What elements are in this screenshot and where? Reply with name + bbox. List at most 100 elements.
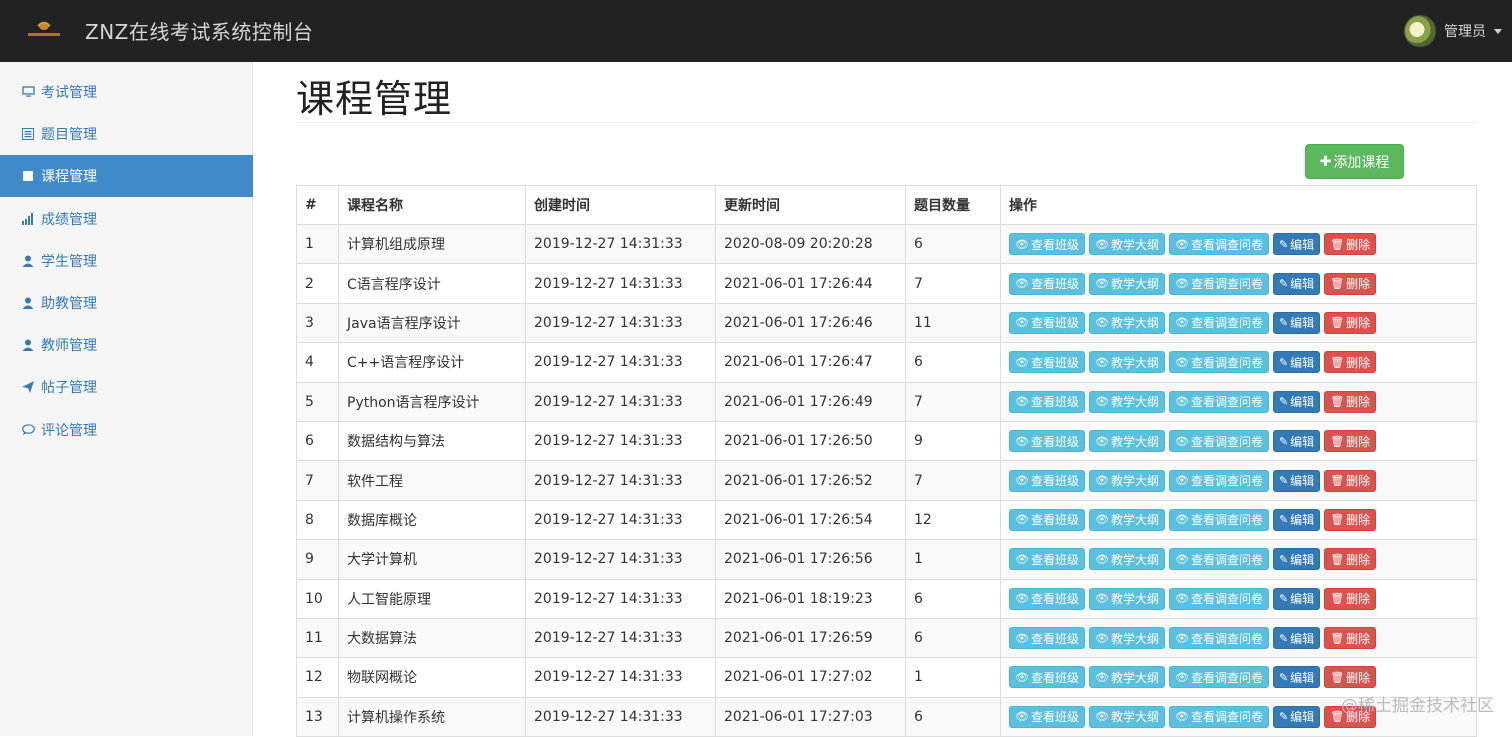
edit-icon: ✎ [1279,278,1288,289]
sidebar-item-1[interactable]: 考试管理 [0,71,253,113]
action-button-1[interactable]: 👁查看班级 [1009,470,1085,492]
cell-course-name: C语言程序设计 [339,264,526,303]
avatar[interactable] [1404,15,1436,47]
exam-system-logo[interactable] [26,18,62,40]
action-button-2[interactable]: 👁教学大纲 [1089,588,1165,610]
action-button-3[interactable]: 👁查看调查问卷 [1169,548,1269,570]
action-button-4[interactable]: ✎编辑 [1273,666,1320,688]
sidebar-item-label: 成绩管理 [41,209,97,229]
action-button-1[interactable]: 👁查看班级 [1009,627,1085,649]
action-button-2[interactable]: 👁教学大纲 [1089,666,1165,688]
action-button-1[interactable]: 👁查看班级 [1009,391,1085,413]
action-button-5[interactable]: 🗑删除 [1324,470,1376,492]
action-button-2[interactable]: 👁教学大纲 [1089,627,1165,649]
sidebar-item-5[interactable]: 学生管理 [0,240,253,282]
action-button-4[interactable]: ✎编辑 [1273,233,1320,255]
action-button-3[interactable]: 👁查看调查问卷 [1169,627,1269,649]
app-title[interactable]: ZNZ在线考试系统控制台 [85,16,313,45]
action-button-2[interactable]: 👁教学大纲 [1089,233,1165,255]
action-button-1[interactable]: 👁查看班级 [1009,548,1085,570]
action-button-3[interactable]: 👁查看调查问卷 [1169,470,1269,492]
action-button-1[interactable]: 👁查看班级 [1009,666,1085,688]
action-button-2[interactable]: 👁教学大纲 [1089,391,1165,413]
action-button-4[interactable]: ✎编辑 [1273,273,1320,295]
add-course-button[interactable]: ✚ 添加课程 [1305,144,1404,179]
action-button-4[interactable]: ✎编辑 [1273,548,1320,570]
action-button-4[interactable]: ✎编辑 [1273,588,1320,610]
action-button-5[interactable]: 🗑删除 [1324,627,1376,649]
action-button-1[interactable]: 👁查看班级 [1009,233,1085,255]
action-button-5[interactable]: 🗑删除 [1324,312,1376,334]
action-button-1[interactable]: 👁查看班级 [1009,351,1085,373]
action-button-2[interactable]: 👁教学大纲 [1089,706,1165,728]
action-label: 删除 [1346,433,1370,450]
action-button-4[interactable]: ✎编辑 [1273,312,1320,334]
sidebar-item-3[interactable]: 课程管理 [0,155,253,197]
action-button-1[interactable]: 👁查看班级 [1009,312,1085,334]
action-button-2[interactable]: 👁教学大纲 [1089,312,1165,334]
caret-down-icon[interactable] [1494,29,1502,34]
eye-icon: 👁 [1175,475,1189,486]
action-button-4[interactable]: ✎编辑 [1273,391,1320,413]
action-button-5[interactable]: 🗑删除 [1324,391,1376,413]
book-icon [21,169,35,183]
comment-icon [21,423,35,437]
user-menu[interactable]: 管理员 [1404,14,1502,48]
action-button-5[interactable]: 🗑删除 [1324,351,1376,373]
action-button-1[interactable]: 👁查看班级 [1009,430,1085,452]
sidebar-item-8[interactable]: 帖子管理 [0,366,253,408]
action-button-1[interactable]: 👁查看班级 [1009,706,1085,728]
action-label: 删除 [1346,236,1370,253]
cell-updated: 2021-06-01 18:19:23 [716,579,906,618]
edit-icon: ✎ [1279,396,1288,407]
action-button-3[interactable]: 👁查看调查问卷 [1169,312,1269,334]
action-button-3[interactable]: 👁查看调查问卷 [1169,666,1269,688]
eye-icon: 👁 [1015,711,1029,722]
action-button-4[interactable]: ✎编辑 [1273,627,1320,649]
action-button-4[interactable]: ✎编辑 [1273,430,1320,452]
action-button-5[interactable]: 🗑删除 [1324,588,1376,610]
sidebar-item-4[interactable]: 成绩管理 [0,198,253,240]
sidebar-item-6[interactable]: 助教管理 [0,282,253,324]
action-button-2[interactable]: 👁教学大纲 [1089,548,1165,570]
action-button-3[interactable]: 👁查看调查问卷 [1169,509,1269,531]
sidebar-item-7[interactable]: 教师管理 [0,324,253,366]
action-button-1[interactable]: 👁查看班级 [1009,588,1085,610]
action-button-3[interactable]: 👁查看调查问卷 [1169,273,1269,295]
action-button-5[interactable]: 🗑删除 [1324,233,1376,255]
action-button-4[interactable]: ✎编辑 [1273,509,1320,531]
action-button-3[interactable]: 👁查看调查问卷 [1169,391,1269,413]
action-button-2[interactable]: 👁教学大纲 [1089,430,1165,452]
action-button-1[interactable]: 👁查看班级 [1009,273,1085,295]
action-button-3[interactable]: 👁查看调查问卷 [1169,233,1269,255]
action-button-5[interactable]: 🗑删除 [1324,430,1376,452]
sidebar-item-9[interactable]: 评论管理 [0,409,253,451]
action-label: 查看班级 [1031,314,1079,331]
sidebar-item-2[interactable]: 题目管理 [0,113,253,155]
cell-question-count: 7 [906,461,1001,500]
action-button-5[interactable]: 🗑删除 [1324,666,1376,688]
action-button-4[interactable]: ✎编辑 [1273,351,1320,373]
action-button-5[interactable]: 🗑删除 [1324,509,1376,531]
action-button-3[interactable]: 👁查看调查问卷 [1169,430,1269,452]
action-button-1[interactable]: 👁查看班级 [1009,509,1085,531]
action-label: 编辑 [1290,472,1314,489]
action-button-2[interactable]: 👁教学大纲 [1089,470,1165,492]
action-button-4[interactable]: ✎编辑 [1273,470,1320,492]
action-button-2[interactable]: 👁教学大纲 [1089,509,1165,531]
action-button-3[interactable]: 👁查看调查问卷 [1169,588,1269,610]
action-button-2[interactable]: 👁教学大纲 [1089,351,1165,373]
action-button-3[interactable]: 👁查看调查问卷 [1169,351,1269,373]
action-button-5[interactable]: 🗑删除 [1324,548,1376,570]
action-button-4[interactable]: ✎编辑 [1273,706,1320,728]
cell-updated: 2021-06-01 17:26:59 [716,618,906,657]
eye-icon: 👁 [1015,317,1029,328]
divider [296,122,1477,123]
eye-icon: 👁 [1175,396,1189,407]
user-label[interactable]: 管理员 [1444,21,1486,41]
cell-created: 2019-12-27 14:31:33 [526,382,716,421]
action-button-3[interactable]: 👁查看调查问卷 [1169,706,1269,728]
action-button-2[interactable]: 👁教学大纲 [1089,273,1165,295]
cell-actions: 👁查看班级👁教学大纲👁查看调查问卷✎编辑🗑删除 [1001,343,1477,382]
action-button-5[interactable]: 🗑删除 [1324,273,1376,295]
